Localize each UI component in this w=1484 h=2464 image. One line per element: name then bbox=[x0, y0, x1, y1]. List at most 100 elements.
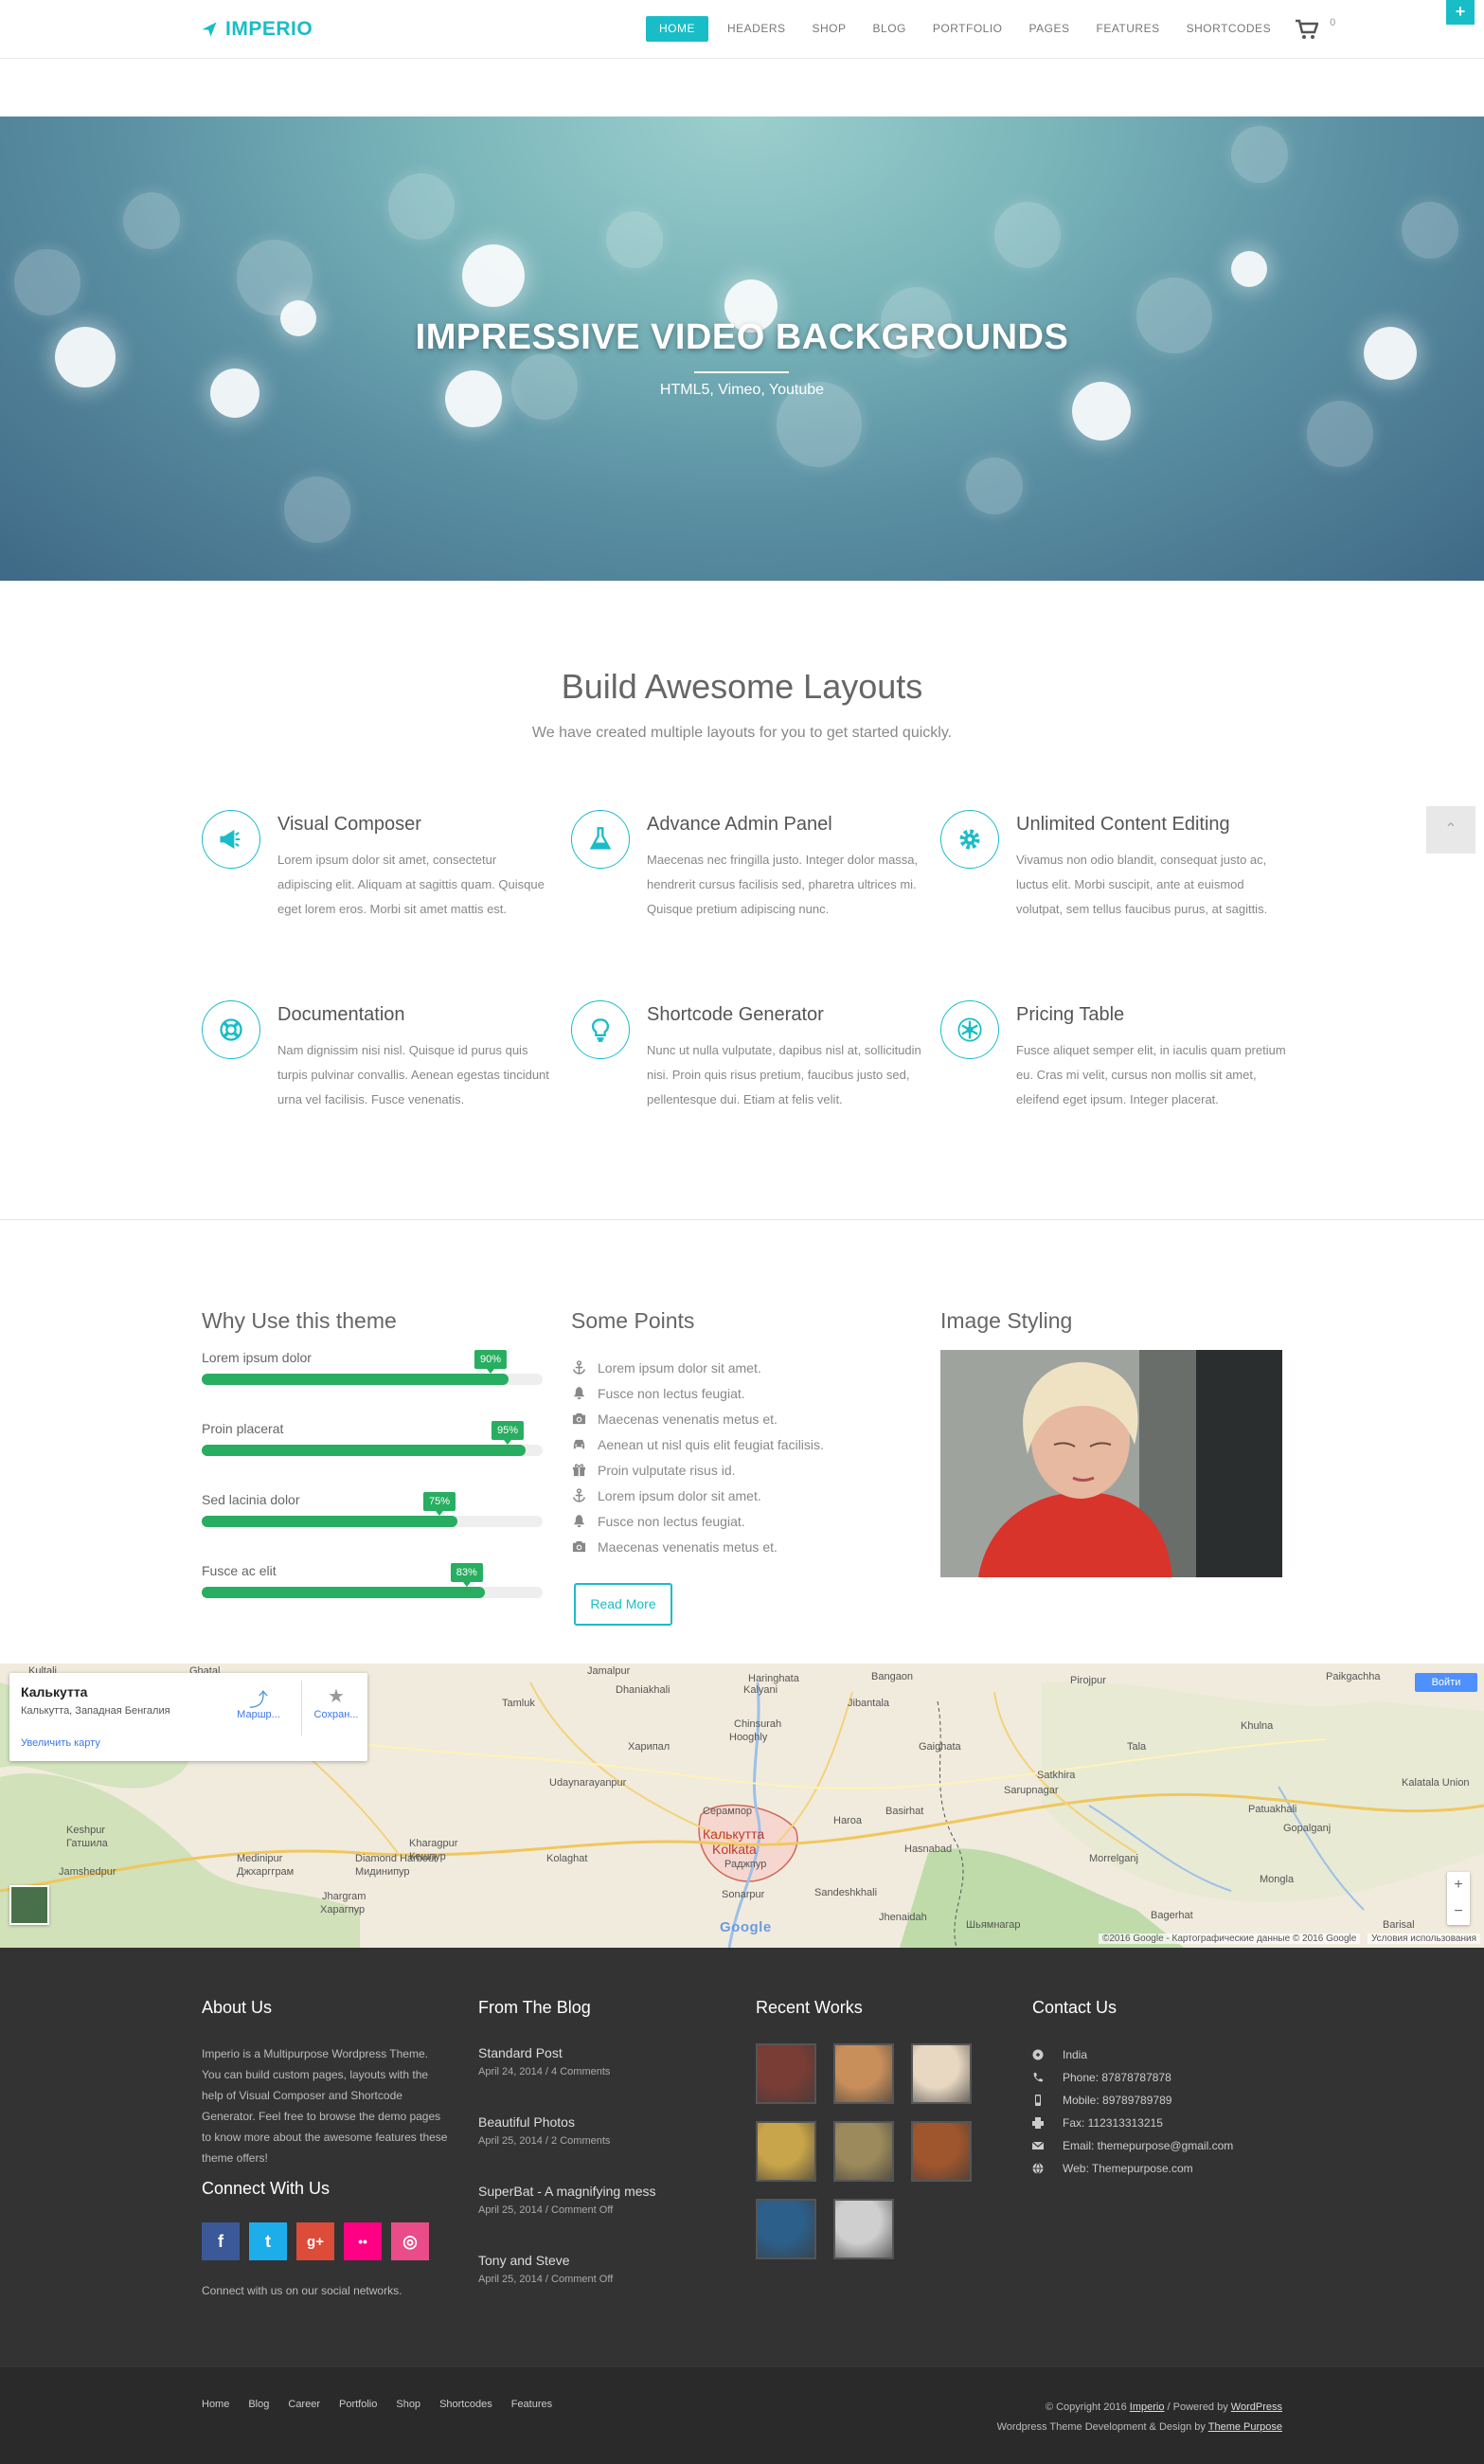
zoom-out-button[interactable]: − bbox=[1447, 1898, 1470, 1925]
bokeh-light bbox=[1231, 251, 1267, 287]
nav-pages[interactable]: PAGES bbox=[1016, 16, 1083, 42]
skill-label: Proin placerat bbox=[202, 1421, 284, 1436]
footer-nav-shortcodes[interactable]: Shortcodes bbox=[439, 2399, 492, 2410]
blog-post-title[interactable]: Beautiful Photos bbox=[478, 2114, 610, 2130]
map-label: Haringhata bbox=[748, 1673, 799, 1684]
recent-work-thumbnail[interactable] bbox=[756, 2199, 816, 2259]
map-terms-link[interactable]: Условия использования bbox=[1368, 1933, 1480, 1944]
recent-work-thumbnail[interactable] bbox=[756, 2121, 816, 2182]
logo[interactable]: IMPERIO bbox=[201, 18, 313, 41]
nav-features[interactable]: FEATURES bbox=[1082, 16, 1172, 42]
blog-post-title[interactable]: Tony and Steve bbox=[478, 2253, 613, 2268]
map-zoom-control: + − bbox=[1447, 1872, 1470, 1925]
facebook-button[interactable]: f bbox=[202, 2222, 240, 2260]
bokeh-light bbox=[1402, 202, 1458, 259]
skill-percent-badge: 83% bbox=[450, 1563, 483, 1587]
footer-nav-blog[interactable]: Blog bbox=[248, 2399, 269, 2410]
envelope-icon bbox=[1032, 2141, 1044, 2149]
nav-shop[interactable]: SHOP bbox=[799, 16, 860, 42]
wordpress-link[interactable]: WordPress bbox=[1231, 2401, 1282, 2413]
footer-about-title: About Us bbox=[202, 1998, 273, 2017]
satellite-toggle[interactable] bbox=[9, 1885, 49, 1925]
feature-icon-circle bbox=[571, 810, 630, 869]
footer-nav-career[interactable]: Career bbox=[288, 2399, 320, 2410]
blog-post-item[interactable]: SuperBat - A magnifying mess April 25, 2… bbox=[478, 2184, 656, 2216]
footer-blog-title: From The Blog bbox=[478, 1998, 591, 2017]
feature-title: Pricing Table bbox=[1016, 1004, 1125, 1025]
skill-fill bbox=[202, 1516, 457, 1527]
flickr-icon: •• bbox=[358, 2234, 367, 2249]
logo-text: IMPERIO bbox=[225, 18, 313, 40]
plus-button[interactable]: + bbox=[1446, 0, 1475, 25]
map-label: Udaynarayanpur bbox=[549, 1777, 627, 1789]
map-label: Hooghly bbox=[729, 1732, 768, 1743]
contact-item: Fax: 112313313215 bbox=[1032, 2112, 1233, 2134]
flickr-button[interactable]: •• bbox=[344, 2222, 382, 2260]
contact-text: Email: themepurpose@gmail.com bbox=[1063, 2139, 1234, 2152]
footer-nav-features[interactable]: Features bbox=[511, 2399, 552, 2410]
globe-icon bbox=[1032, 2163, 1044, 2174]
google-map[interactable]: Kultali Ghatal Jamalpur Bangaon Haringha… bbox=[0, 1664, 1484, 1948]
footer-works-title: Recent Works bbox=[756, 1998, 863, 2017]
nav-home[interactable]: HOME bbox=[646, 16, 708, 42]
map-label: Barisal bbox=[1383, 1919, 1415, 1931]
footer-nav-shop[interactable]: Shop bbox=[396, 2399, 420, 2410]
blog-post-item[interactable]: Tony and Steve April 25, 2014 / Comment … bbox=[478, 2253, 613, 2285]
feature-text: Fusce aliquet semper elit, in iaculis qu… bbox=[1016, 1043, 1286, 1106]
points-list: Lorem ipsum dolor sit amet. Fusce non lec… bbox=[572, 1355, 824, 1559]
blog-post-meta: April 25, 2014 / Comment Off bbox=[478, 2204, 614, 2216]
footer-contact-title: Contact Us bbox=[1032, 1998, 1117, 2017]
recent-work-thumbnail[interactable] bbox=[833, 2199, 894, 2259]
map-directions-button[interactable]: ⤴ Маршр... bbox=[225, 1684, 292, 1720]
camera-icon bbox=[572, 1412, 586, 1425]
recent-work-thumbnail[interactable] bbox=[756, 2043, 816, 2104]
contact-item: India bbox=[1032, 2043, 1233, 2066]
map-place-name: Калькутта bbox=[21, 1684, 88, 1700]
cart-button[interactable]: 0 bbox=[1296, 16, 1336, 40]
map-label: Gaighata bbox=[919, 1741, 961, 1753]
map-login-button[interactable]: Войти bbox=[1415, 1673, 1477, 1692]
cart-count: 0 bbox=[1330, 16, 1336, 28]
map-label: Кешпур bbox=[409, 1851, 446, 1862]
bokeh-light bbox=[606, 211, 663, 268]
recent-work-thumbnail[interactable] bbox=[833, 2121, 894, 2182]
blog-post-item[interactable]: Standard Post April 24, 2014 / 4 Comment… bbox=[478, 2045, 610, 2077]
blog-post-title[interactable]: SuperBat - A magnifying mess bbox=[478, 2184, 656, 2199]
nav-shortcodes[interactable]: SHORTCODES bbox=[1173, 16, 1284, 42]
back-to-top-button[interactable]: ⌃ bbox=[1426, 806, 1475, 854]
google-plus-button[interactable]: g+ bbox=[296, 2222, 334, 2260]
social-note: Connect with us on our social networks. bbox=[202, 2284, 402, 2297]
contact-item: Mobile: 89789789789 bbox=[1032, 2089, 1233, 2112]
footer-nav-portfolio[interactable]: Portfolio bbox=[339, 2399, 377, 2410]
lightbulb-icon bbox=[591, 1018, 610, 1042]
read-more-button[interactable]: Read More bbox=[574, 1583, 672, 1626]
point-item: Maecenas venenatis metus et. bbox=[572, 1406, 824, 1431]
feature-title: Unlimited Content Editing bbox=[1016, 814, 1230, 835]
feature-icon-circle bbox=[202, 1000, 260, 1059]
skill-fill bbox=[202, 1445, 526, 1456]
dribbble-button[interactable]: ◎ bbox=[391, 2222, 429, 2260]
theme-purpose-link[interactable]: Theme Purpose bbox=[1208, 2421, 1282, 2433]
recent-work-thumbnail[interactable] bbox=[833, 2043, 894, 2104]
map-save-button[interactable]: ★ Сохран... bbox=[303, 1684, 369, 1720]
point-text: Maecenas venenatis metus et. bbox=[598, 1411, 778, 1427]
nav-headers[interactable]: HEADERS bbox=[714, 16, 799, 42]
bokeh-light bbox=[462, 244, 525, 307]
zoom-in-button[interactable]: + bbox=[1447, 1872, 1470, 1898]
imperio-link[interactable]: Imperio bbox=[1130, 2401, 1165, 2413]
feature-title: Advance Admin Panel bbox=[647, 814, 832, 835]
fax-icon bbox=[1032, 2117, 1044, 2129]
footer-nav-home[interactable]: Home bbox=[202, 2399, 229, 2410]
nav-portfolio[interactable]: PORTFOLIO bbox=[920, 16, 1016, 42]
blog-post-title[interactable]: Standard Post bbox=[478, 2045, 610, 2060]
nav-blog[interactable]: BLOG bbox=[860, 16, 920, 42]
contact-text: Phone: 87878787878 bbox=[1063, 2071, 1171, 2084]
recent-work-thumbnail[interactable] bbox=[911, 2043, 972, 2104]
bokeh-light bbox=[14, 249, 80, 315]
enlarge-map-link[interactable]: Увеличить карту bbox=[21, 1737, 100, 1749]
google-plus-icon: g+ bbox=[307, 2233, 324, 2250]
recent-work-thumbnail[interactable] bbox=[911, 2121, 972, 2182]
blog-post-item[interactable]: Beautiful Photos April 25, 2014 / 2 Comm… bbox=[478, 2114, 610, 2147]
twitter-button[interactable]: t bbox=[249, 2222, 287, 2260]
map-label: Джхаргграм bbox=[237, 1866, 295, 1878]
